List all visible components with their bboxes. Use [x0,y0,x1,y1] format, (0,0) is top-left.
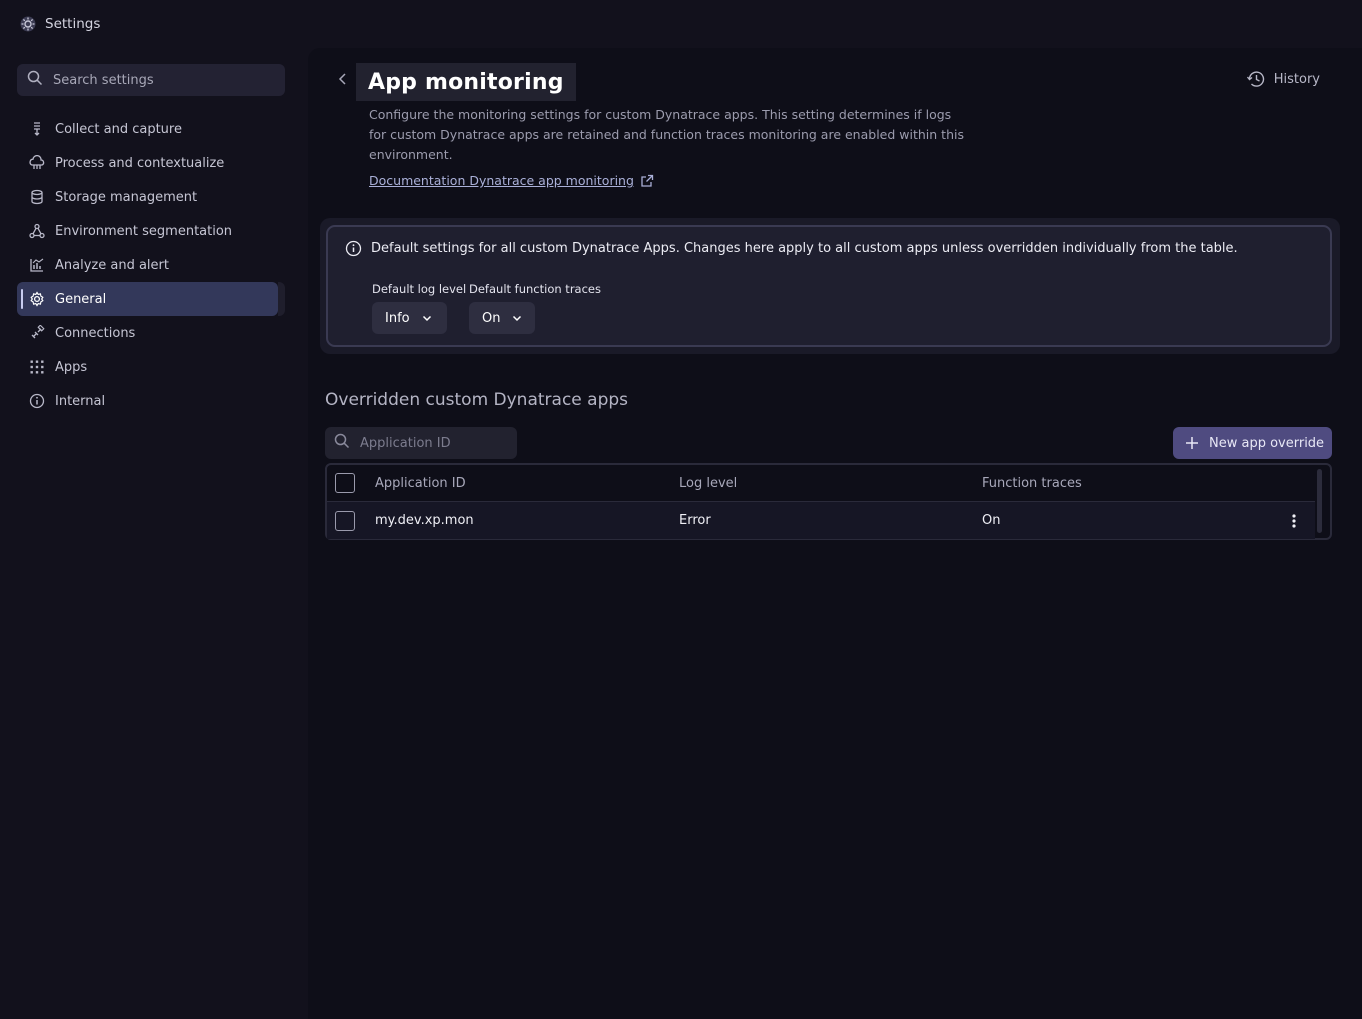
default-log-level-label: Default log level [372,282,467,296]
default-settings-info-text: Default settings for all custom Dynatrac… [371,241,1238,256]
history-icon [1246,70,1266,88]
page-title-container: App monitoring [356,63,576,101]
overrides-table: Application ID Log level Function traces… [325,463,1332,540]
back-button[interactable] [334,70,352,92]
overrides-section-title: Overridden custom Dynatrace apps [325,390,629,410]
settings-search[interactable] [17,64,285,96]
settings-app-icon [18,14,38,34]
chevron-left-icon [338,72,348,90]
page-title: App monitoring [368,69,564,95]
row-checkbox[interactable] [335,510,355,531]
default-log-level-field: Default log level Info [372,282,466,334]
cell-function-traces: On [982,513,1001,528]
window-title: Settings [45,16,101,32]
sidebar-item-label: Apps [55,359,88,375]
sidebar-item-label: General [55,291,107,307]
sidebar-item-label: Connections [55,325,136,341]
cell-application-id: my.dev.xp.mon [375,513,474,528]
default-function-traces-field: Default function traces On [469,282,601,334]
history-button[interactable]: History [1246,70,1320,88]
default-function-traces-select[interactable]: On [469,302,535,334]
info-icon [28,392,46,410]
application-id-search-input[interactable] [360,435,510,451]
collect-icon [28,120,46,138]
column-header-function-traces[interactable]: Function traces [982,476,1082,491]
search-icon [334,433,350,453]
segmentation-icon [28,222,46,240]
sidebar-item-collect-and-capture[interactable]: Collect and capture [17,112,285,146]
sidebar-item-label: Process and contextualize [55,155,225,171]
sidebar: Collect and capture Process and contextu… [0,48,302,1019]
sidebar-item-connections[interactable]: Connections [17,316,285,350]
connections-icon [28,324,46,342]
select-all-checkbox[interactable] [335,473,355,493]
external-link-icon [640,174,654,188]
process-icon [28,154,46,172]
sidebar-item-label: Storage management [55,189,198,205]
column-header-log-level[interactable]: Log level [679,476,737,491]
default-settings-info: Default settings for all custom Dynatrac… [345,240,1238,257]
sidebar-item-process-and-contextualize[interactable]: Process and contextualize [17,146,285,180]
apps-grid-icon [28,358,46,376]
default-settings-card: Default settings for all custom Dynatrac… [326,225,1332,347]
search-settings-input[interactable] [53,72,263,88]
documentation-link-label: Documentation Dynatrace app monitoring [369,173,634,188]
sidebar-item-analyze-and-alert[interactable]: Analyze and alert [17,248,285,282]
table-row[interactable]: my.dev.xp.mon Error On [327,502,1315,539]
table-scrollbar[interactable] [1317,469,1322,533]
sidebar-item-label: Internal [55,393,106,409]
documentation-link[interactable]: Documentation Dynatrace app monitoring [369,173,654,188]
row-actions-menu-icon[interactable] [1284,509,1304,533]
database-icon [28,188,46,206]
plus-icon [1184,435,1200,451]
page-description: Configure the monitoring settings for cu… [369,107,964,162]
table-header-row: Application ID Log level Function traces [327,465,1315,502]
main-panel: App monitoring History Configure the mon… [308,48,1362,1019]
cell-log-level: Error [679,513,711,528]
sidebar-item-environment-segmentation[interactable]: Environment segmentation [17,214,285,248]
info-icon [345,240,362,257]
default-function-traces-label: Default function traces [469,282,601,296]
sidebar-item-label: Analyze and alert [55,257,169,273]
history-label: History [1273,71,1320,87]
default-log-level-value: Info [385,310,410,326]
sidebar-item-general[interactable]: General [17,282,285,316]
new-app-override-label: New app override [1209,435,1325,451]
chevron-down-icon [422,315,432,322]
title-bar: Settings [0,0,1362,48]
default-function-traces-value: On [482,310,501,326]
new-app-override-button[interactable]: New app override [1173,427,1332,459]
default-settings-panel: Default settings for all custom Dynatrac… [320,218,1340,354]
sidebar-nav: Collect and capture Process and contextu… [17,112,285,418]
default-log-level-select[interactable]: Info [372,302,447,334]
sidebar-item-apps[interactable]: Apps [17,350,285,384]
application-id-search[interactable] [325,427,517,459]
sidebar-item-label: Environment segmentation [55,223,233,239]
column-header-application-id[interactable]: Application ID [375,476,466,491]
search-icon [27,70,43,90]
chevron-down-icon [512,315,522,322]
chart-icon [28,256,46,274]
sidebar-item-internal[interactable]: Internal [17,384,285,418]
sidebar-item-storage-management[interactable]: Storage management [17,180,285,214]
sidebar-item-label: Collect and capture [55,121,182,137]
gear-icon [28,290,46,308]
